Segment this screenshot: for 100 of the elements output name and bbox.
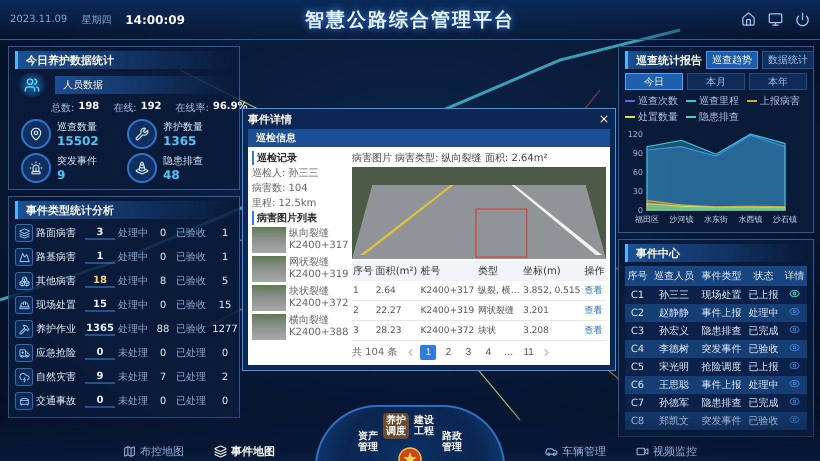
page-button[interactable]: 3 xyxy=(460,344,476,360)
status-count: 5 xyxy=(220,276,230,286)
axis-category-label: 沙河镇 xyxy=(670,215,694,224)
section-heading: 巡检记录 xyxy=(252,151,348,165)
status-label: 已验收 xyxy=(176,251,207,264)
stat-label: 总数: xyxy=(51,102,74,115)
view-eye-button[interactable] xyxy=(788,360,800,371)
status-label: 处理中 xyxy=(118,298,149,312)
view-eye-button[interactable] xyxy=(788,324,800,335)
photo-caption: 病害图片 病害类型: 纵向裂缝 面积: 2.64m² xyxy=(352,152,548,165)
module-button[interactable]: 养护调度 xyxy=(383,413,409,439)
table-cell: 宋光明 xyxy=(650,358,698,376)
table-cell: C7 xyxy=(625,394,650,412)
status-label: 已验收 xyxy=(176,275,207,288)
table-cell: 3.852, 0.515 xyxy=(522,281,584,300)
period-tab[interactable]: 本月 xyxy=(687,73,745,90)
status-count: 1277 xyxy=(211,324,239,334)
table-cell: 已上报 xyxy=(746,358,782,376)
page-button[interactable]: 11 xyxy=(520,344,537,360)
table-cell: 李德树 xyxy=(650,340,698,358)
status-count: 8 xyxy=(158,276,168,286)
mountain-icon xyxy=(18,252,30,262)
table-cell: 3 xyxy=(352,320,375,340)
table-cell: 已验收 xyxy=(746,340,782,358)
module-button[interactable]: 路政管理 xyxy=(439,429,465,455)
table-cell: 3.208 xyxy=(522,320,584,340)
map-icon xyxy=(123,445,136,458)
legend-label: 上报病害 xyxy=(760,94,800,108)
wrench-icon xyxy=(135,127,149,141)
table-cell: 2 xyxy=(352,300,375,320)
page-button[interactable]: 2 xyxy=(440,344,456,360)
view-toggle-button[interactable]: 数据统计 xyxy=(762,51,814,69)
status-count: 15 xyxy=(218,300,232,310)
event-type-name: 自然灾害 xyxy=(36,370,77,384)
table-cell: 28.23 xyxy=(374,320,420,340)
table-cell: 2.64 xyxy=(374,281,420,300)
status-count: 0 xyxy=(158,252,168,262)
module-button[interactable]: 建设工程 xyxy=(411,413,437,439)
status-count: 2 xyxy=(220,372,230,382)
table-cell: K2400+372 xyxy=(420,320,477,340)
table-cell: C5 xyxy=(625,358,650,376)
event-type-name: 其他病害 xyxy=(36,274,77,288)
defect-type: 块状裂缝 xyxy=(289,286,330,298)
view-link[interactable]: 查看 xyxy=(584,306,602,316)
table-cell: 隐患排查 xyxy=(698,322,746,340)
defect-type: 纵向裂缝 xyxy=(289,228,330,240)
table-cell: 郑凯文 xyxy=(650,412,698,430)
photo-placeholder[interactable] xyxy=(252,314,286,340)
dialog-tab[interactable]: 巡检信息 xyxy=(256,131,296,145)
axis-tick-label: 60 xyxy=(632,168,643,177)
nav-button[interactable]: 车辆管理 xyxy=(545,444,606,459)
station-text: K2400+372 xyxy=(289,298,348,310)
page-button[interactable]: 4 xyxy=(480,344,496,360)
module-button[interactable]: 资产管理 xyxy=(355,429,381,455)
period-tab[interactable]: 本年 xyxy=(749,73,807,90)
table-cell: C2 xyxy=(625,304,650,322)
nav-button[interactable]: 事件地图 xyxy=(214,444,275,459)
stat-value: 198 xyxy=(78,101,100,114)
close-button[interactable] xyxy=(598,113,610,125)
siren-icon xyxy=(29,161,43,175)
home-button[interactable] xyxy=(741,12,756,27)
view-link[interactable]: 查看 xyxy=(584,326,602,336)
nav-button[interactable]: 视频监控 xyxy=(636,444,697,459)
table-cell: 孙宏义 xyxy=(650,322,698,340)
status-label: 处理中 xyxy=(118,322,149,336)
status-count: 0 xyxy=(220,396,230,406)
legend-label: 巡查里程 xyxy=(699,94,739,108)
view-toggle-button[interactable]: 巡查趋势 xyxy=(706,51,758,69)
photo-placeholder[interactable] xyxy=(252,227,286,253)
section-heading: 病害图片列表 xyxy=(252,211,348,225)
status-label: 处理中 xyxy=(118,226,149,240)
stat-label: 在线: xyxy=(113,102,137,115)
column-header: 序号 xyxy=(352,261,375,281)
power-button[interactable] xyxy=(795,12,810,27)
column-header: 坐标(m) xyxy=(522,261,584,281)
stat-value: 96.9% xyxy=(212,101,248,114)
table-cell: 22.27 xyxy=(374,300,420,320)
photo-placeholder[interactable] xyxy=(252,256,286,282)
status-label: 已验收 xyxy=(176,299,207,312)
axis-category-label: 沙石镇 xyxy=(773,215,797,224)
page-button[interactable]: 1 xyxy=(420,344,436,360)
nav-button[interactable]: 布控地图 xyxy=(123,444,184,459)
status-count: 88 xyxy=(156,324,170,334)
panel-title: 巡查统计报告 xyxy=(625,51,702,69)
platform-title: 智慧公路综合管理平台 xyxy=(304,8,516,32)
column-header: 状态 xyxy=(746,266,782,286)
table-cell: C4 xyxy=(625,340,650,358)
period-tab[interactable]: 今日 xyxy=(625,73,683,90)
photo-placeholder[interactable] xyxy=(252,285,286,311)
column-header: 事件类型 xyxy=(698,266,746,286)
monitor-button[interactable] xyxy=(768,12,783,27)
status-label: 已处理 xyxy=(176,394,207,408)
view-link[interactable]: 查看 xyxy=(584,286,602,296)
weekday-text: 星期四 xyxy=(81,14,112,26)
view-eye-button[interactable] xyxy=(788,396,800,407)
metric-label: 养护数量 xyxy=(163,120,203,134)
page-button[interactable]: … xyxy=(500,344,516,360)
status-count: 0 xyxy=(158,396,168,406)
view-eye-button[interactable] xyxy=(788,288,800,299)
metric-label: 隐患排查 xyxy=(163,154,203,168)
